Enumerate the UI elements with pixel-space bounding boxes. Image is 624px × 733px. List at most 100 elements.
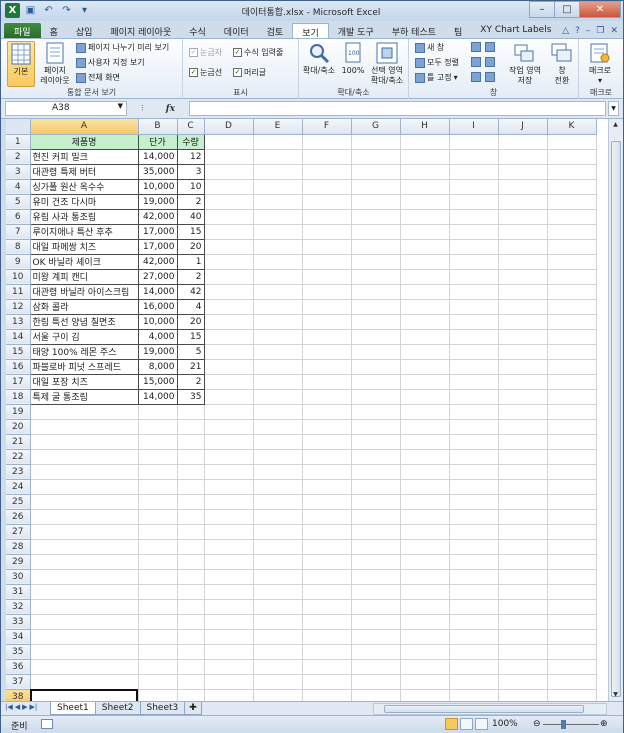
cell[interactable] <box>498 209 548 225</box>
horizontal-scrollbar[interactable] <box>373 703 607 715</box>
cell[interactable] <box>253 329 303 345</box>
cell[interactable] <box>204 284 254 300</box>
cell[interactable] <box>253 689 303 701</box>
cell[interactable] <box>547 434 597 450</box>
row-header[interactable]: 23 <box>6 464 31 480</box>
data-cell[interactable]: 12 <box>177 149 205 165</box>
row-header[interactable]: 37 <box>6 674 31 690</box>
cell[interactable] <box>449 419 499 435</box>
cell[interactable] <box>449 404 499 420</box>
active-cell[interactable] <box>30 689 139 701</box>
cell[interactable] <box>351 419 401 435</box>
row-header[interactable]: 22 <box>6 449 31 465</box>
switch-windows-button[interactable]: 창 전환 <box>547 41 577 86</box>
cell[interactable] <box>302 179 352 195</box>
cell[interactable] <box>547 299 597 315</box>
data-cell[interactable]: 대관령 바닐라 아이스크림 <box>29 284 139 300</box>
cell[interactable] <box>253 554 303 570</box>
cell[interactable] <box>177 659 205 675</box>
cell[interactable] <box>302 599 352 615</box>
cell[interactable] <box>547 254 597 270</box>
cell[interactable] <box>253 479 303 495</box>
row-header[interactable]: 25 <box>6 494 31 510</box>
data-cell[interactable]: 10 <box>177 179 205 195</box>
cell[interactable] <box>449 599 499 615</box>
cell[interactable] <box>302 359 352 375</box>
redo-icon[interactable]: ↷ <box>59 3 74 18</box>
cell[interactable] <box>547 659 597 675</box>
cell[interactable] <box>498 359 548 375</box>
synchronous-scrolling-button[interactable] <box>485 57 495 67</box>
cell[interactable] <box>400 554 450 570</box>
cell[interactable] <box>449 539 499 555</box>
cell[interactable] <box>547 359 597 375</box>
cell[interactable] <box>400 599 450 615</box>
cell[interactable] <box>302 449 352 465</box>
cell[interactable] <box>449 329 499 345</box>
cell[interactable] <box>253 584 303 600</box>
data-cell[interactable]: 현진 커피 밀크 <box>29 149 139 165</box>
cell[interactable] <box>498 614 548 630</box>
cell[interactable] <box>302 344 352 360</box>
cell[interactable] <box>400 209 450 225</box>
split-button[interactable] <box>471 42 481 52</box>
data-cell[interactable]: 27,000 <box>138 269 178 285</box>
data-cell[interactable]: 15 <box>177 329 205 345</box>
cell[interactable] <box>449 569 499 585</box>
cell[interactable] <box>449 659 499 675</box>
data-cell[interactable]: 유미 건조 다시마 <box>29 194 139 210</box>
header-cell[interactable]: 단가 <box>137 133 178 150</box>
cell[interactable] <box>138 524 178 540</box>
row-header[interactable]: 12 <box>6 299 31 315</box>
cell[interactable] <box>351 239 401 255</box>
cell[interactable] <box>302 329 352 345</box>
cell[interactable] <box>177 584 205 600</box>
cell[interactable] <box>498 164 548 180</box>
row-header[interactable]: 16 <box>6 359 31 375</box>
cell[interactable] <box>498 314 548 330</box>
cell[interactable] <box>351 299 401 315</box>
cell[interactable] <box>177 494 205 510</box>
cell[interactable] <box>498 644 548 660</box>
data-cell[interactable]: 15,000 <box>138 374 178 390</box>
data-cell[interactable]: 한림 특선 양념 칠면조 <box>29 314 139 330</box>
cell[interactable] <box>302 644 352 660</box>
cell[interactable] <box>351 524 401 540</box>
cell[interactable] <box>498 524 548 540</box>
cell[interactable] <box>449 524 499 540</box>
cell[interactable] <box>302 134 352 150</box>
cell[interactable] <box>204 224 254 240</box>
cell[interactable] <box>498 419 548 435</box>
cell[interactable] <box>547 389 597 405</box>
cell[interactable] <box>177 599 205 615</box>
cell[interactable] <box>547 614 597 630</box>
custom-views-button[interactable]: 사용자 지정 보기 <box>76 57 145 68</box>
workbook-minimize-icon[interactable]: – <box>586 26 591 36</box>
cell[interactable] <box>449 239 499 255</box>
tab-formulas[interactable]: 수식 <box>180 23 215 38</box>
prev-sheet-icon[interactable]: ◀ <box>15 703 20 711</box>
cell[interactable] <box>351 359 401 375</box>
cell[interactable] <box>449 164 499 180</box>
cell[interactable] <box>302 419 352 435</box>
cell[interactable] <box>400 494 450 510</box>
cell[interactable] <box>400 659 450 675</box>
data-cell[interactable]: 19,000 <box>138 344 178 360</box>
cell[interactable] <box>400 149 450 165</box>
cell[interactable] <box>138 614 178 630</box>
cell[interactable] <box>30 464 139 480</box>
cell[interactable] <box>400 509 450 525</box>
cell[interactable] <box>449 254 499 270</box>
cell[interactable] <box>547 209 597 225</box>
cell[interactable] <box>498 194 548 210</box>
cell[interactable] <box>30 524 139 540</box>
cell[interactable] <box>449 194 499 210</box>
cell[interactable] <box>204 509 254 525</box>
cell[interactable] <box>253 209 303 225</box>
cell[interactable] <box>498 374 548 390</box>
row-header[interactable]: 24 <box>6 479 31 495</box>
row-header[interactable]: 36 <box>6 659 31 675</box>
cell[interactable] <box>253 674 303 690</box>
data-cell[interactable]: 17,000 <box>138 239 178 255</box>
column-header[interactable]: G <box>351 119 401 135</box>
